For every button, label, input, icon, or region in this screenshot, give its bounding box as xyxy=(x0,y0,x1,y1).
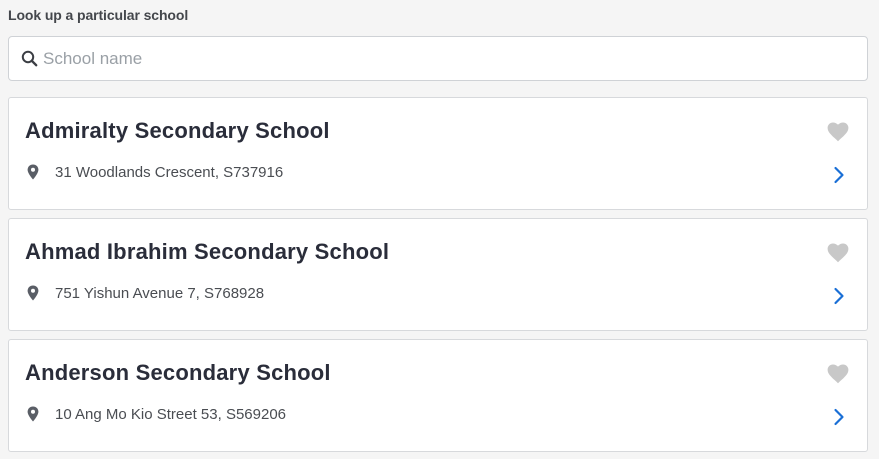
school-address: 10 Ang Mo Kio Street 53, S569206 xyxy=(55,405,286,423)
search-input[interactable] xyxy=(43,48,823,69)
school-address-row: 10 Ang Mo Kio Street 53, S569206 xyxy=(25,405,286,423)
school-card[interactable]: Ahmad Ibrahim Secondary School 751 Yishu… xyxy=(8,218,868,331)
map-pin-icon xyxy=(25,284,41,302)
heart-icon[interactable] xyxy=(827,122,849,142)
map-pin-icon xyxy=(25,163,41,181)
heart-icon[interactable] xyxy=(827,243,849,263)
chevron-right-icon[interactable] xyxy=(833,408,845,426)
chevron-right-icon[interactable] xyxy=(833,287,845,305)
school-address: 31 Woodlands Crescent, S737916 xyxy=(55,163,284,181)
school-name: Anderson Secondary School xyxy=(25,360,331,385)
map-pin-icon xyxy=(25,405,41,423)
school-address-row: 751 Yishun Avenue 7, S768928 xyxy=(25,284,264,302)
section-label: Look up a particular school xyxy=(8,7,189,23)
school-address-row: 31 Woodlands Crescent, S737916 xyxy=(25,163,283,181)
school-card[interactable]: Anderson Secondary School 10 Ang Mo Kio … xyxy=(8,339,868,452)
school-card[interactable]: Admiralty Secondary School 31 Woodlands … xyxy=(8,97,868,210)
search-box[interactable] xyxy=(8,36,868,81)
school-name: Ahmad Ibrahim Secondary School xyxy=(25,239,390,264)
school-lookup-page: Look up a particular school Admiralty Se… xyxy=(0,0,879,459)
chevron-right-icon[interactable] xyxy=(833,166,845,184)
search-icon xyxy=(20,50,38,68)
school-name: Admiralty Secondary School xyxy=(25,118,330,143)
heart-icon[interactable] xyxy=(827,364,849,384)
school-address: 751 Yishun Avenue 7, S768928 xyxy=(55,284,265,302)
